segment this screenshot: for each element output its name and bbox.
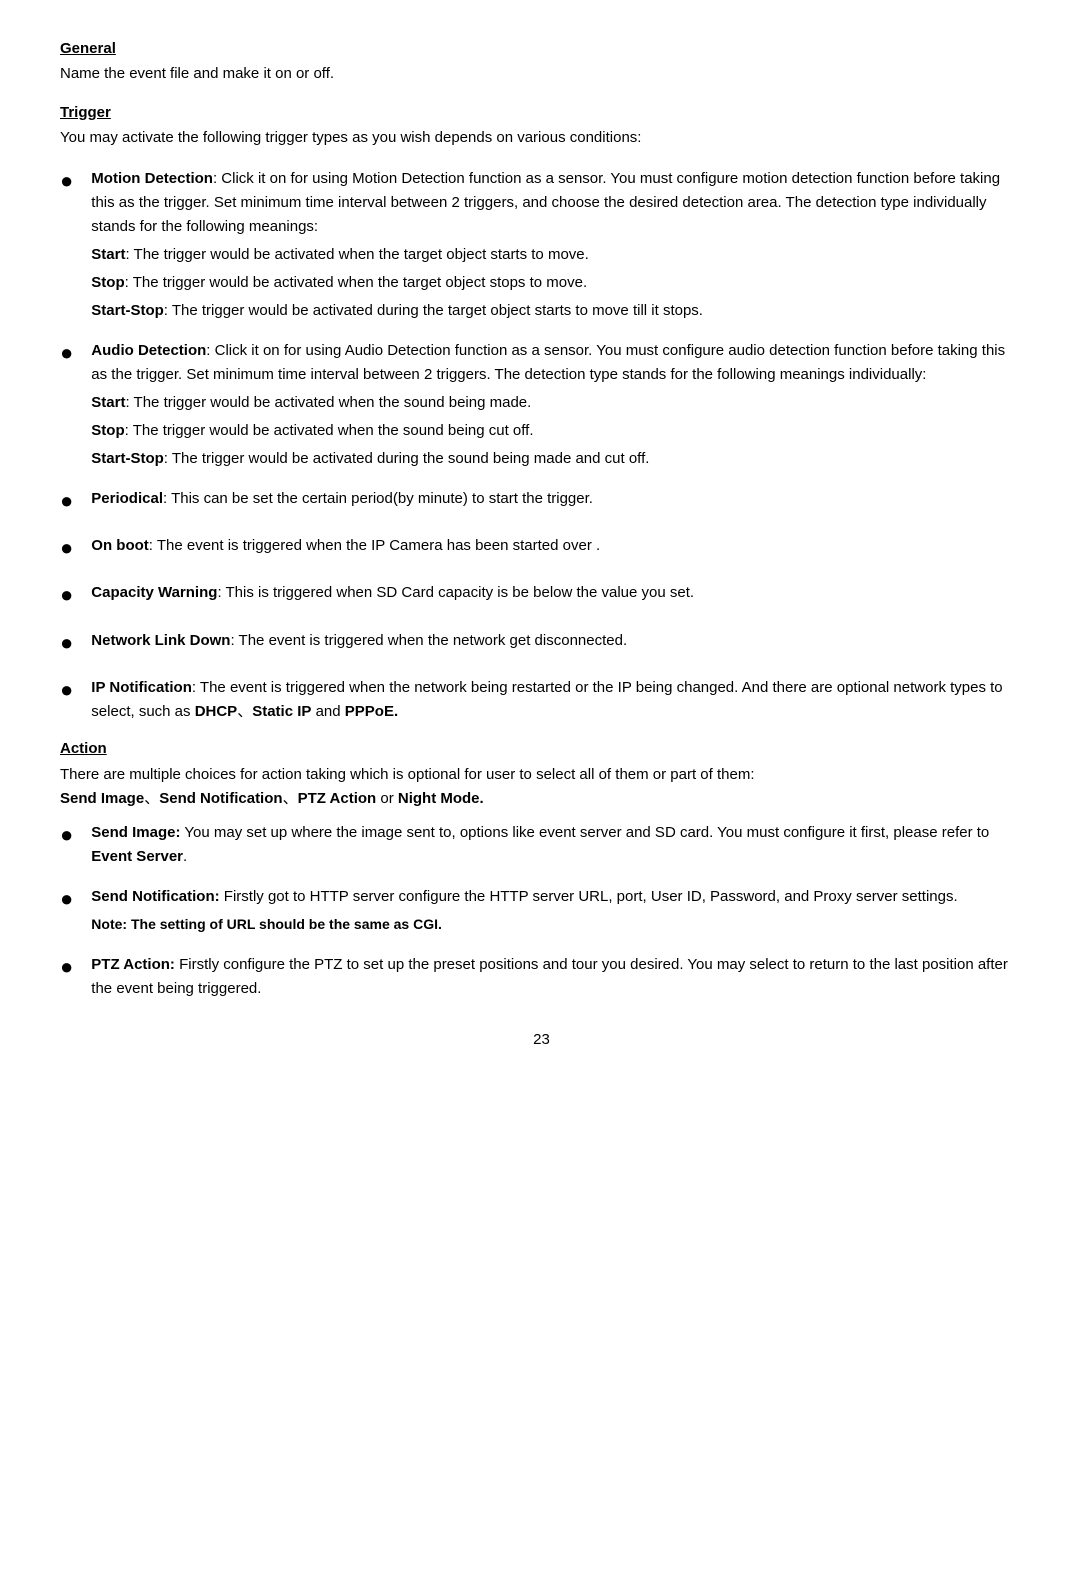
trigger-list: ● Motion Detection: Click it on for usin… <box>60 167 1023 724</box>
bullet-icon: ● <box>60 163 73 198</box>
general-title: General <box>60 40 1023 57</box>
list-item: ● IP Notification: The event is triggere… <box>60 676 1023 724</box>
periodical-item: Periodical: This can be set the certain … <box>91 487 1023 511</box>
list-item: ● On boot: The event is triggered when t… <box>60 534 1023 565</box>
bullet-icon: ● <box>60 483 73 518</box>
page-number: 23 <box>60 1031 1023 1048</box>
motion-start: Start: The trigger would be activated wh… <box>91 243 1023 267</box>
bullet-icon: ● <box>60 672 73 707</box>
motion-detection-desc: : Click it on for using Motion Detection… <box>91 170 1000 235</box>
bullet-icon: ● <box>60 949 73 984</box>
list-item: ● Periodical: This can be set the certai… <box>60 487 1023 518</box>
bullet-icon: ● <box>60 817 73 852</box>
bullet-icon: ● <box>60 577 73 612</box>
action-sep1: 、 <box>144 790 159 807</box>
ptz-action-term: PTZ Action: <box>91 956 175 973</box>
trigger-description: You may activate the following trigger t… <box>60 127 1023 150</box>
action-send-notification-label: Send Notification <box>159 790 282 807</box>
trigger-section: Trigger You may activate the following t… <box>60 104 1023 724</box>
network-link-down-desc: : The event is triggered when the networ… <box>230 632 627 649</box>
audio-detection-term: Audio Detection <box>91 342 206 359</box>
bullet-icon: ● <box>60 881 73 916</box>
ip-notification-pppoe: PPPoE. <box>345 703 398 720</box>
motion-detection-item: Motion Detection: Click it on for using … <box>91 167 1023 323</box>
event-server-ref: Event Server <box>91 848 183 865</box>
periodical-term: Periodical <box>91 490 163 507</box>
action-ptz-label: PTZ Action <box>298 790 377 807</box>
trigger-title: Trigger <box>60 104 1023 121</box>
action-list: ● Send Image: You may set up where the i… <box>60 821 1023 1001</box>
bullet-icon: ● <box>60 530 73 565</box>
action-intro-text1: There are multiple choices for action ta… <box>60 766 755 783</box>
audio-detection-item: Audio Detection: Click it on for using A… <box>91 339 1023 471</box>
capacity-warning-term: Capacity Warning <box>91 584 217 601</box>
list-item: ● Network Link Down: The event is trigge… <box>60 629 1023 660</box>
ip-notification-term: IP Notification <box>91 679 192 696</box>
note-label: Note: The setting of URL should be the s… <box>91 916 442 932</box>
periodical-desc: : This can be set the certain period(by … <box>163 490 593 507</box>
audio-start-stop: Start-Stop: The trigger would be activat… <box>91 447 1023 471</box>
motion-detection-term: Motion Detection <box>91 170 213 187</box>
action-or: or <box>376 790 398 807</box>
onboot-term: On boot <box>91 537 148 554</box>
send-image-desc: You may set up where the image sent to, … <box>180 824 989 841</box>
ptz-action-desc: Firstly configure the PTZ to set up the … <box>91 956 1008 997</box>
send-notification-note: Note: The setting of URL should be the s… <box>91 913 1023 937</box>
action-sep2: 、 <box>283 790 298 807</box>
capacity-warning-desc: : This is triggered when SD Card capacit… <box>217 584 694 601</box>
list-item: ● Send Notification: Firstly got to HTTP… <box>60 885 1023 937</box>
capacity-warning-item: Capacity Warning: This is triggered when… <box>91 581 1023 605</box>
list-item: ● Motion Detection: Click it on for usin… <box>60 167 1023 323</box>
network-link-down-term: Network Link Down <box>91 632 230 649</box>
list-item: ● Capacity Warning: This is triggered wh… <box>60 581 1023 612</box>
motion-start-stop: Start-Stop: The trigger would be activat… <box>91 299 1023 323</box>
action-title: Action <box>60 740 1023 757</box>
ptz-action-item: PTZ Action: Firstly configure the PTZ to… <box>91 953 1023 1001</box>
send-image-term: Send Image: <box>91 824 180 841</box>
general-description: Name the event file and make it on or of… <box>60 63 1023 86</box>
action-intro: There are multiple choices for action ta… <box>60 763 1023 811</box>
audio-stop: Stop: The trigger would be activated whe… <box>91 419 1023 443</box>
send-notification-desc: Firstly got to HTTP server configure the… <box>220 888 958 905</box>
audio-start: Start: The trigger would be activated wh… <box>91 391 1023 415</box>
bullet-icon: ● <box>60 625 73 660</box>
list-item: ● PTZ Action: Firstly configure the PTZ … <box>60 953 1023 1001</box>
ip-notification-and: and <box>311 703 344 720</box>
bullet-icon: ● <box>60 335 73 370</box>
send-image-end: . <box>183 848 187 865</box>
network-link-down-item: Network Link Down: The event is triggere… <box>91 629 1023 653</box>
send-image-item: Send Image: You may set up where the ima… <box>91 821 1023 869</box>
action-send-image-label: Send Image <box>60 790 144 807</box>
ip-notification-sep1: 、 <box>237 703 252 720</box>
motion-stop: Stop: The trigger would be activated whe… <box>91 271 1023 295</box>
ip-notification-static: Static IP <box>252 703 311 720</box>
list-item: ● Send Image: You may set up where the i… <box>60 821 1023 869</box>
send-notification-term: Send Notification: <box>91 888 219 905</box>
ip-notification-dhcp: DHCP <box>195 703 238 720</box>
onboot-item: On boot: The event is triggered when the… <box>91 534 1023 558</box>
general-section: General Name the event file and make it … <box>60 40 1023 86</box>
action-section: Action There are multiple choices for ac… <box>60 740 1023 1001</box>
send-notification-item: Send Notification: Firstly got to HTTP s… <box>91 885 1023 937</box>
onboot-desc: : The event is triggered when the IP Cam… <box>149 537 600 554</box>
list-item: ● Audio Detection: Click it on for using… <box>60 339 1023 471</box>
ip-notification-item: IP Notification: The event is triggered … <box>91 676 1023 724</box>
action-night-mode-label: Night Mode. <box>398 790 484 807</box>
audio-detection-desc: : Click it on for using Audio Detection … <box>91 342 1005 383</box>
